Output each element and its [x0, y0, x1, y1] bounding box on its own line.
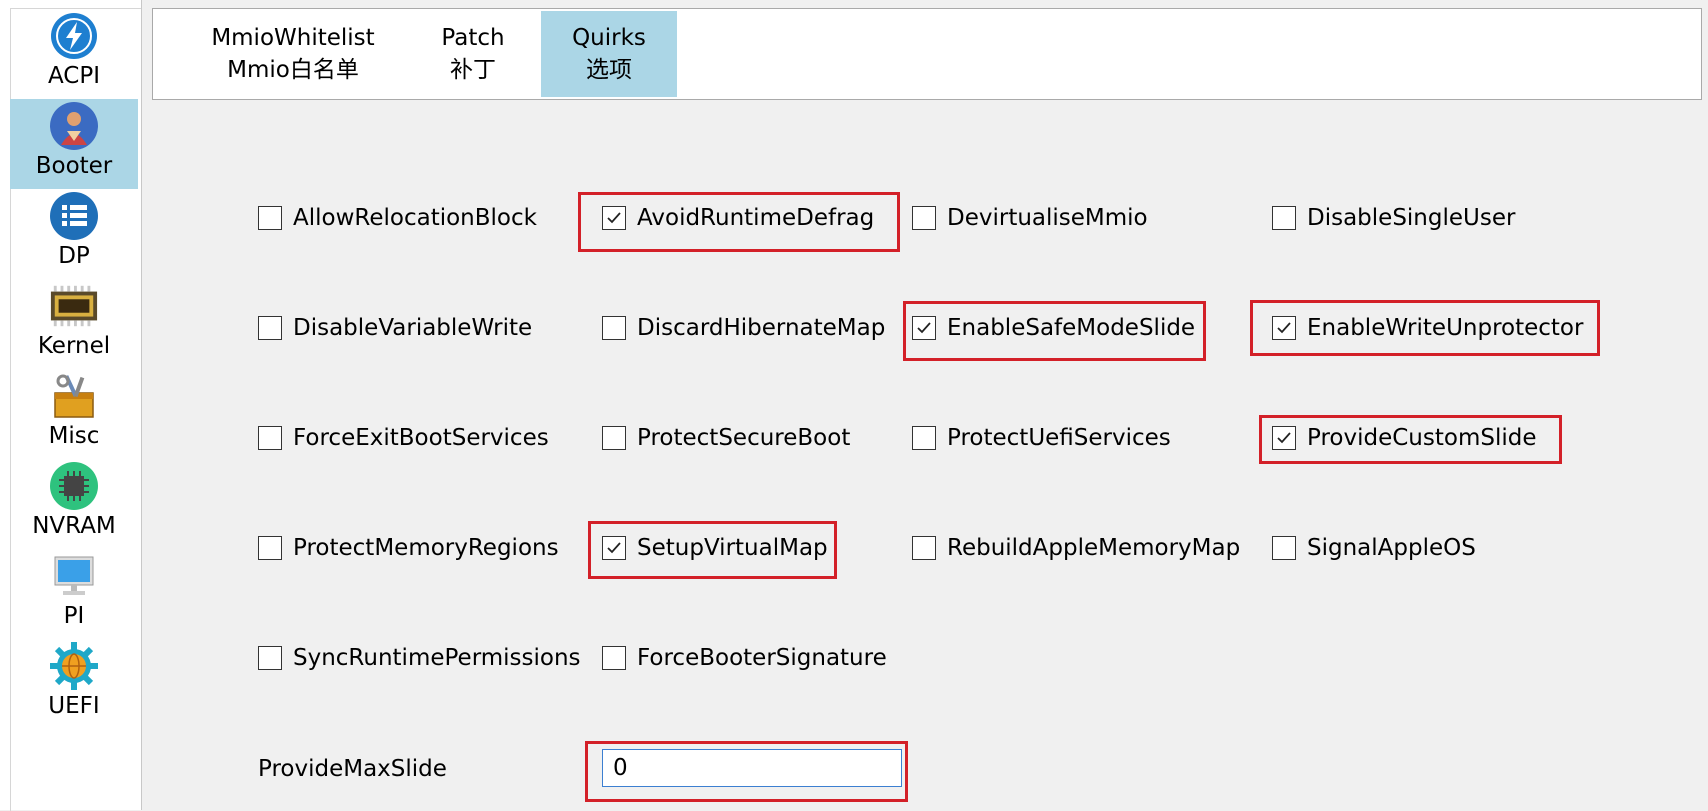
- checkbox-discardhibernatemap[interactable]: DiscardHibernateMap: [602, 310, 885, 346]
- sidebar-item-label: Kernel: [37, 333, 111, 359]
- sidebar-item-kernel[interactable]: Kernel: [10, 279, 138, 369]
- checkbox-label: AllowRelocationBlock: [293, 205, 537, 231]
- checkbox-label: SyncRuntimePermissions: [293, 645, 581, 671]
- globe-gear-icon: [49, 641, 99, 691]
- tab-sublabel: Mmio白名单: [227, 57, 359, 83]
- sidebar-item-label: DP: [58, 243, 90, 269]
- lightning-icon: [49, 11, 99, 61]
- checkbox-label: SetupVirtualMap: [637, 535, 828, 561]
- checkbox-avoidruntimedefrag[interactable]: AvoidRuntimeDefrag: [602, 200, 874, 236]
- sidebar-item-booter[interactable]: Booter: [10, 99, 138, 189]
- toolbox-icon: [49, 371, 99, 421]
- checkbox-providecustomslide[interactable]: ProvideCustomSlide: [1272, 420, 1536, 456]
- checkbox-label: DisableSingleUser: [1307, 205, 1516, 231]
- checkbox-box[interactable]: [1272, 316, 1296, 340]
- provide-max-slide-input[interactable]: [602, 749, 902, 787]
- checkbox-label: DevirtualiseMmio: [947, 205, 1148, 231]
- sidebar-item-label: Misc: [48, 423, 100, 449]
- checkbox-label: ForceBooterSignature: [637, 645, 887, 671]
- sidebar-item-label: UEFI: [48, 693, 100, 719]
- chip-icon: [49, 281, 99, 331]
- avatar-icon: [49, 101, 99, 151]
- checkbox-label: ProtectUefiServices: [947, 425, 1171, 451]
- checkbox-protectuefiservices[interactable]: ProtectUefiServices: [912, 420, 1171, 456]
- checkbox-enablesafemodeslide[interactable]: EnableSafeModeSlide: [912, 310, 1195, 346]
- checkbox-rebuildapplememorymap[interactable]: RebuildAppleMemoryMap: [912, 530, 1240, 566]
- checkbox-label: EnableWriteUnprotector: [1307, 315, 1584, 341]
- tab-label: MmioWhitelist: [211, 25, 375, 51]
- checkbox-label: ProvideCustomSlide: [1307, 425, 1537, 451]
- checkbox-box[interactable]: [602, 536, 626, 560]
- checkbox-box[interactable]: [602, 646, 626, 670]
- tab-bar: MmioWhitelist Mmio白名单 Patch 补丁 Quirks 选项: [152, 8, 1702, 100]
- tab-label: Patch: [441, 25, 505, 51]
- checkbox-box[interactable]: [258, 646, 282, 670]
- checkbox-signalappleos[interactable]: SignalAppleOS: [1272, 530, 1476, 566]
- monitor-icon: [49, 551, 99, 601]
- tab-quirks[interactable]: Quirks 选项: [541, 11, 677, 97]
- checkbox-devirtualisemmio[interactable]: DevirtualiseMmio: [912, 200, 1148, 236]
- sidebar: ACPI Booter DP Kernel Misc NVRAM PI UEFI: [0, 0, 142, 811]
- sidebar-item-misc[interactable]: Misc: [10, 369, 138, 459]
- sidebar-item-dp[interactable]: DP: [10, 189, 138, 279]
- cpu-icon: [49, 461, 99, 511]
- checkbox-box[interactable]: [912, 426, 936, 450]
- sidebar-item-label: ACPI: [47, 63, 101, 89]
- checkbox-box[interactable]: [258, 426, 282, 450]
- checkbox-label: EnableSafeModeSlide: [947, 315, 1196, 341]
- checkbox-box[interactable]: [602, 206, 626, 230]
- checkbox-box[interactable]: [1272, 426, 1296, 450]
- checkbox-box[interactable]: [258, 206, 282, 230]
- tab-label: Quirks: [572, 25, 646, 51]
- checkbox-label: AvoidRuntimeDefrag: [637, 205, 875, 231]
- tab-sublabel: 补丁: [450, 57, 496, 83]
- checkbox-disablevariablewrite[interactable]: DisableVariableWrite: [258, 310, 532, 346]
- tab-patch[interactable]: Patch 补丁: [418, 11, 528, 97]
- checkbox-forcebootersignature[interactable]: ForceBooterSignature: [602, 640, 887, 676]
- tab-mmiowhitelist[interactable]: MmioWhitelist Mmio白名单: [193, 11, 393, 97]
- checkbox-disablesingleuser[interactable]: DisableSingleUser: [1272, 200, 1515, 236]
- checkbox-syncruntimepermissions[interactable]: SyncRuntimePermissions: [258, 640, 581, 676]
- sidebar-item-acpi[interactable]: ACPI: [10, 9, 138, 99]
- sidebar-item-label: Booter: [35, 153, 113, 179]
- checkbox-box[interactable]: [912, 316, 936, 340]
- checkbox-protectmemoryregions[interactable]: ProtectMemoryRegions: [258, 530, 559, 566]
- sidebar-item-label: NVRAM: [32, 513, 116, 539]
- checkbox-box[interactable]: [1272, 536, 1296, 560]
- checkbox-box[interactable]: [912, 206, 936, 230]
- checkbox-allowrelocationblock[interactable]: AllowRelocationBlock: [258, 200, 537, 236]
- checkbox-label: RebuildAppleMemoryMap: [947, 535, 1241, 561]
- checkbox-label: DisableVariableWrite: [293, 315, 533, 341]
- sidebar-item-nvram[interactable]: NVRAM: [10, 459, 138, 549]
- checkbox-label: SignalAppleOS: [1307, 535, 1476, 561]
- sidebar-item-pi[interactable]: PI: [10, 549, 138, 639]
- tab-sublabel: 选项: [586, 57, 632, 83]
- checkbox-box[interactable]: [602, 426, 626, 450]
- checkbox-label: ForceExitBootServices: [293, 425, 549, 451]
- sidebar-item-uefi[interactable]: UEFI: [10, 639, 138, 729]
- checkbox-enablewriteunprotector[interactable]: EnableWriteUnprotector: [1272, 310, 1583, 346]
- checkbox-box[interactable]: [912, 536, 936, 560]
- checkbox-label: ProtectSecureBoot: [637, 425, 851, 451]
- checkbox-box[interactable]: [602, 316, 626, 340]
- list-icon: [49, 191, 99, 241]
- checkbox-setupvirtualmap[interactable]: SetupVirtualMap: [602, 530, 828, 566]
- checkbox-forceexitbootservices[interactable]: ForceExitBootServices: [258, 420, 549, 456]
- checkbox-box[interactable]: [1272, 206, 1296, 230]
- provide-max-slide-label: ProvideMaxSlide: [258, 756, 447, 782]
- checkbox-box[interactable]: [258, 316, 282, 340]
- checkbox-box[interactable]: [258, 536, 282, 560]
- checkbox-label: DiscardHibernateMap: [637, 315, 886, 341]
- checkbox-protectsecureboot[interactable]: ProtectSecureBoot: [602, 420, 850, 456]
- checkbox-label: ProtectMemoryRegions: [293, 535, 559, 561]
- sidebar-item-label: PI: [63, 603, 85, 629]
